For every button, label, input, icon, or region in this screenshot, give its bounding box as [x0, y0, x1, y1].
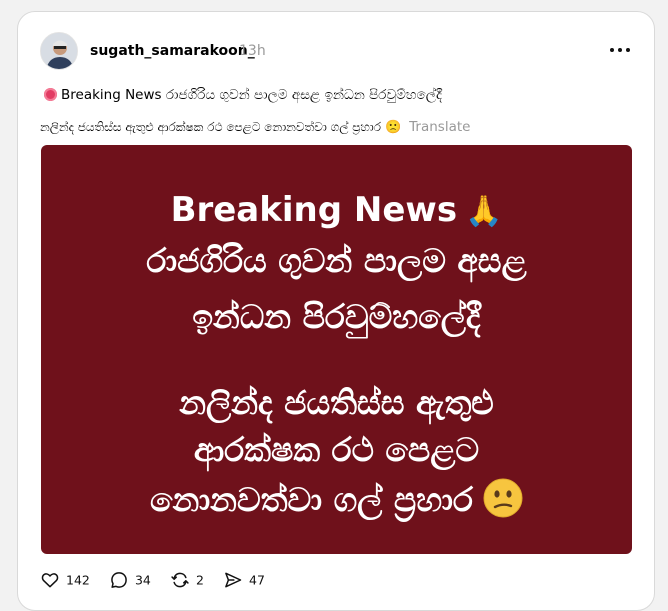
thread-post: sugath_samarakoon_ 13h Breaking News රාජ… — [17, 11, 655, 611]
image-text-line-3: ඉන්ධන පිරවුම්හලේදී — [192, 297, 481, 336]
comment-icon — [111, 571, 127, 588]
repost-button[interactable]: 2 — [170, 570, 204, 590]
translate-link[interactable]: Translate — [409, 119, 470, 135]
image-text-line-5: ආරක්ෂක රථ පෙළට — [193, 430, 480, 469]
repost-icon — [171, 572, 189, 587]
post-header: sugath_samarakoon_ 13h — [40, 32, 634, 74]
confused-face-icon — [483, 478, 523, 518]
repost-count: 2 — [195, 572, 204, 587]
caption-line-2: නලින්ද ජයතිස්ස ඇතුළු ආරක්ෂක රථ පෙළට නොනව… — [40, 119, 470, 135]
send-icon — [225, 572, 242, 587]
like-count: 142 — [66, 572, 90, 587]
post-actions: 142 34 2 47 — [40, 569, 279, 591]
post-timestamp: 13h — [239, 43, 266, 59]
share-button[interactable]: 47 — [223, 570, 265, 590]
avatar-image — [41, 33, 77, 69]
avatar[interactable] — [40, 32, 78, 70]
heart-icon — [41, 572, 59, 587]
reply-count: 34 — [134, 572, 151, 587]
caption-line-1: Breaking News රාජගිරිය ගුවන් පාලම අසළ ඉන… — [44, 87, 442, 103]
image-headline-text: Breaking News — [170, 190, 458, 230]
more-options-icon[interactable] — [610, 44, 630, 56]
sad-face-icon: 🙁 — [384, 120, 402, 135]
image-text-line-6: නොනවත්වා ගල් ප්‍රහාර — [41, 478, 632, 520]
username[interactable]: sugath_samarakoon_ — [90, 43, 255, 59]
caption-text-1: Breaking News රාජගිරිය ගුවන් පාලම අසළ ඉන… — [61, 87, 442, 103]
praying-hands-icon: 🙏 — [465, 194, 503, 229]
post-image[interactable]: Breaking News 🙏 රාජගිරිය ගුවන් පාලම අසළ ඉ… — [41, 145, 632, 554]
image-headline: Breaking News 🙏 — [41, 190, 632, 230]
caption-text-2: නලින්ද ජයතිස්ස ඇතුළු ආරක්ෂක රථ පෙළට නොනව… — [40, 120, 381, 134]
live-dot-icon — [44, 88, 57, 101]
reply-button[interactable]: 34 — [109, 570, 151, 590]
image-text-line-6-text: නොනවත්වා ගල් ප්‍රහාර — [150, 480, 473, 519]
like-button[interactable]: 142 — [40, 570, 90, 590]
image-text-line-4: නලින්ද ජයතිස්ස ඇතුළු — [179, 383, 494, 422]
image-text-line-2: රාජගිරිය ගුවන් පාලම අසළ — [146, 241, 527, 280]
share-count: 47 — [249, 572, 265, 587]
